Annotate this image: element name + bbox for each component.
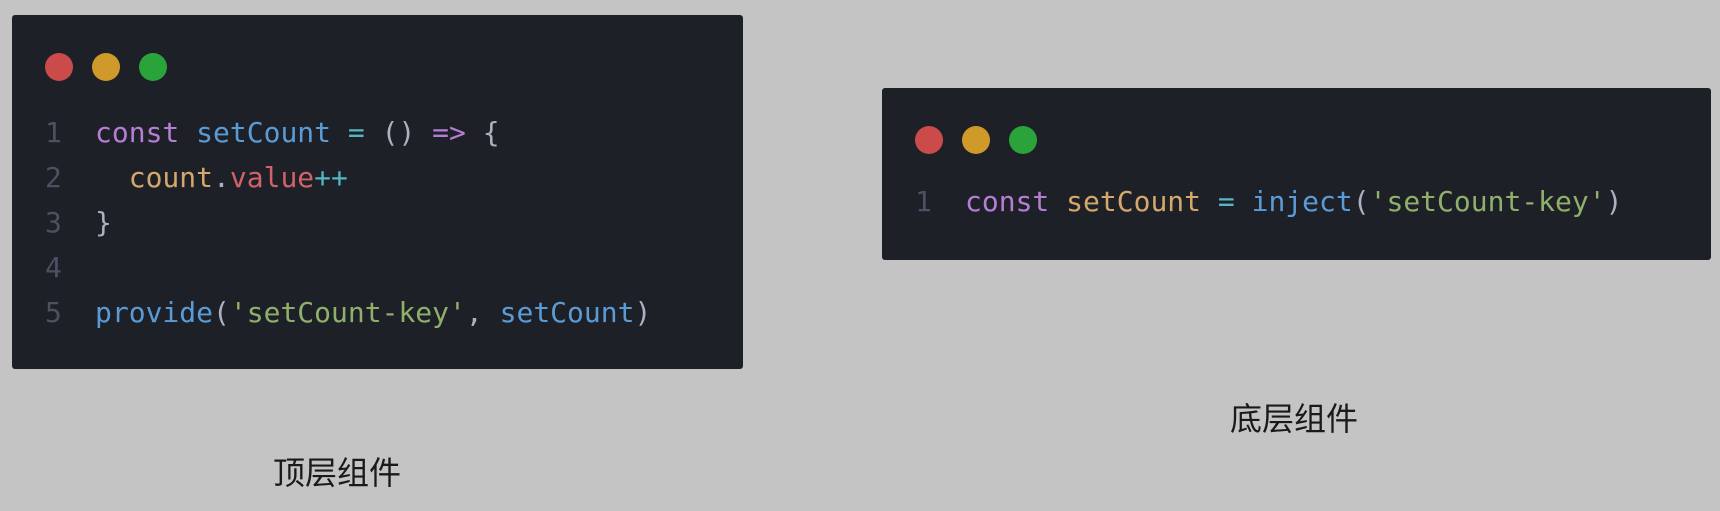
code-token: .: [213, 161, 230, 194]
line-number: 5: [45, 296, 62, 329]
code-token: (): [381, 116, 416, 149]
line-number: 2: [45, 161, 62, 194]
minimize-dot-icon: [92, 53, 120, 81]
code-line: 4: [45, 245, 651, 290]
code-token: {: [482, 116, 500, 149]
code-token: inject: [1251, 185, 1353, 218]
code-token: ++: [314, 161, 348, 194]
code-token: value: [229, 161, 315, 194]
code-token: const: [95, 116, 180, 149]
window-controls: [915, 126, 1037, 154]
code-token: =: [1217, 185, 1235, 218]
code-token: 'setCount-key': [1369, 185, 1606, 218]
code-token: ,: [465, 296, 500, 329]
bottom-code-window: 1 const setCount = inject('setCount-key'): [882, 88, 1711, 260]
code-token: ): [634, 296, 652, 329]
code-token: ): [1605, 185, 1623, 218]
code-token: (: [1352, 185, 1370, 218]
code-line: 1 const setCount = () => {: [45, 110, 651, 155]
code-line: 1 const setCount = inject('setCount-key'): [915, 179, 1622, 224]
code-line: 5 provide('setCount-key', setCount): [45, 290, 651, 335]
code-line: 3}: [45, 200, 651, 245]
code-token: (: [213, 296, 230, 329]
code-token: provide: [95, 296, 214, 329]
code-token: setCount: [1066, 185, 1202, 218]
bottom-component-caption: 底层组件: [1230, 400, 1359, 438]
top-code-window: 1 const setCount = () => {2 count.value++…: [12, 15, 743, 369]
line-number: 1: [915, 185, 932, 218]
code-token: =>: [432, 116, 466, 149]
code-block: 1 const setCount = inject('setCount-key'): [915, 179, 1622, 224]
code-token: 'setCount-key': [229, 296, 466, 329]
code-token: }: [95, 206, 112, 239]
line-number: 1: [45, 116, 62, 149]
code-token: setCount: [499, 296, 635, 329]
code-token: count: [128, 161, 214, 194]
top-component-caption: 顶层组件: [273, 454, 402, 492]
close-dot-icon: [45, 53, 73, 81]
code-line: 2 count.value++: [45, 155, 651, 200]
line-number: 4: [45, 251, 62, 284]
code-token: const: [965, 185, 1050, 218]
line-number: 3: [45, 206, 62, 239]
maximize-dot-icon: [1009, 126, 1037, 154]
close-dot-icon: [915, 126, 943, 154]
minimize-dot-icon: [962, 126, 990, 154]
code-block: 1 const setCount = () => {2 count.value++…: [45, 110, 651, 335]
code-token: =: [347, 116, 365, 149]
code-token: setCount: [196, 116, 332, 149]
maximize-dot-icon: [139, 53, 167, 81]
window-controls: [45, 53, 167, 81]
